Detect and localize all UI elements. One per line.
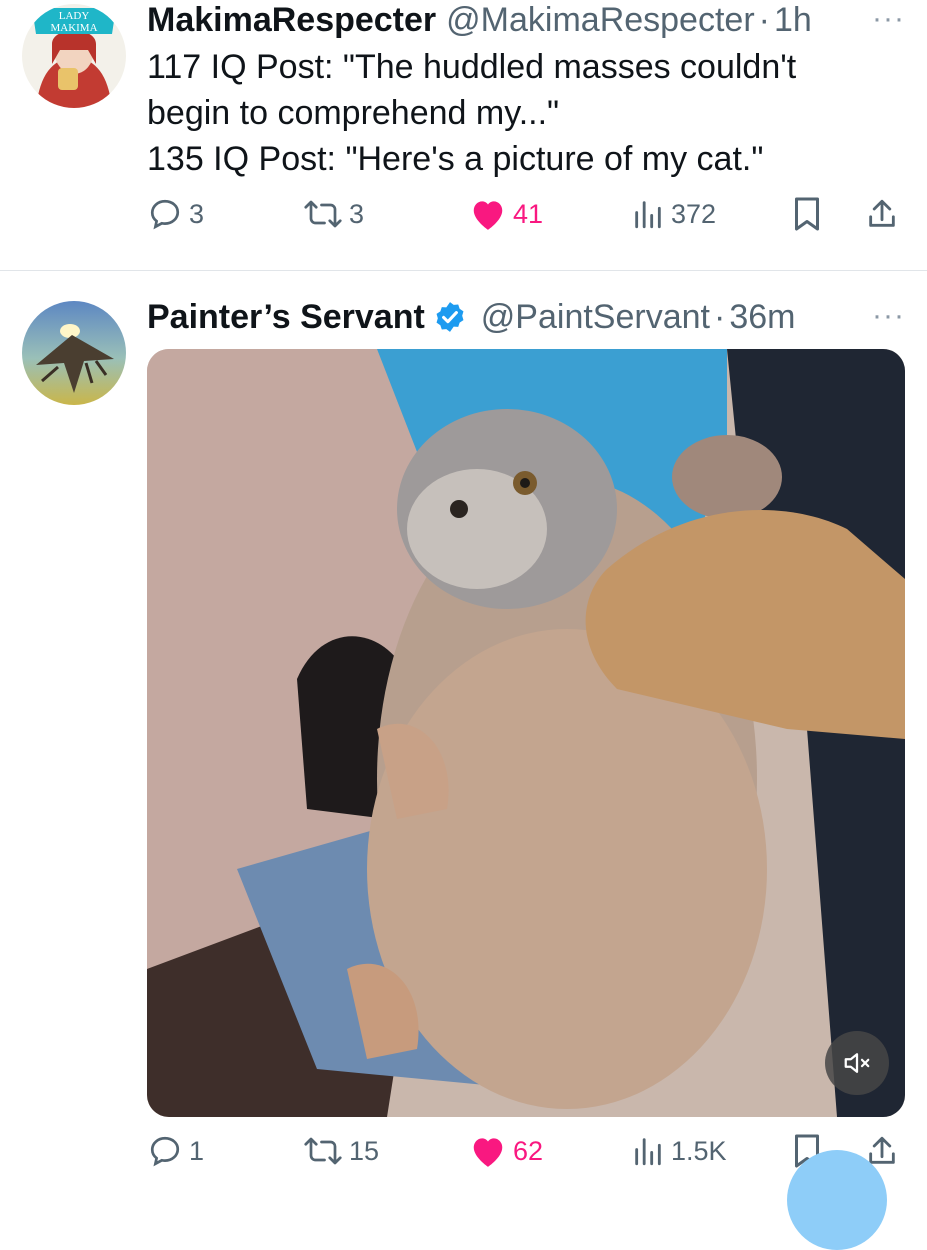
display-name[interactable]: MakimaRespecter bbox=[147, 1, 436, 40]
video-player[interactable] bbox=[147, 349, 905, 1117]
like-count: 41 bbox=[513, 198, 544, 229]
heart-icon bbox=[473, 201, 503, 230]
like-button[interactable]: 62 bbox=[469, 1133, 543, 1169]
bookmark-icon bbox=[795, 197, 819, 231]
tweet-text-line: 117 IQ Post: "The huddled masses couldn'… bbox=[147, 48, 797, 86]
action-bar: 3 3 41 372 bbox=[147, 196, 907, 246]
retweet-count: 3 bbox=[349, 198, 365, 229]
muted-volume-icon bbox=[844, 1053, 870, 1073]
avatar-caption: LADY MAKIMA bbox=[50, 10, 98, 34]
timestamp[interactable]: 1h bbox=[774, 1, 812, 40]
reply-count: 1 bbox=[189, 1135, 205, 1166]
retweet-button[interactable]: 3 bbox=[303, 196, 364, 232]
like-count: 62 bbox=[513, 1135, 544, 1166]
reply-count: 3 bbox=[189, 198, 205, 229]
tweet-makimarespecter[interactable]: LADY MAKIMA MakimaRespecter @MakimaRespe… bbox=[0, 0, 927, 270]
like-button[interactable]: 41 bbox=[469, 196, 543, 232]
display-name[interactable]: Painter’s Servant bbox=[147, 298, 425, 337]
tweet-text: 117 IQ Post: "The huddled masses couldn'… bbox=[147, 44, 796, 182]
views-count: 372 bbox=[671, 198, 717, 229]
views-count: 1.5K bbox=[671, 1135, 727, 1166]
retweet-icon bbox=[304, 1137, 342, 1165]
views-button[interactable]: 1.5K bbox=[631, 1133, 727, 1169]
avatar-makimarespecter[interactable]: LADY MAKIMA bbox=[22, 4, 126, 108]
separator-dot: · bbox=[758, 0, 770, 39]
reply-button[interactable]: 1 bbox=[147, 1133, 204, 1169]
video-frame bbox=[147, 349, 905, 1117]
views-icon bbox=[635, 1138, 661, 1166]
more-options-icon[interactable]: ··· bbox=[872, 2, 905, 36]
retweet-count: 15 bbox=[349, 1135, 380, 1166]
tweet-text-line: 135 IQ Post: "Here's a picture of my cat… bbox=[147, 140, 764, 178]
reply-button[interactable]: 3 bbox=[147, 196, 204, 232]
timestamp[interactable]: 36m bbox=[729, 298, 795, 337]
tweet-text-line: begin to comprehend my..." bbox=[147, 94, 560, 132]
retweet-button[interactable]: 15 bbox=[303, 1133, 379, 1169]
share-button[interactable] bbox=[865, 196, 899, 232]
tweet-header: Painter’s Servant @PaintServant · 36m bbox=[147, 295, 795, 339]
more-options-icon[interactable]: ··· bbox=[872, 299, 905, 333]
user-handle[interactable]: @MakimaRespecter bbox=[446, 1, 755, 40]
views-icon bbox=[635, 201, 661, 229]
bookmark-button[interactable] bbox=[791, 196, 823, 232]
reply-icon bbox=[150, 199, 180, 230]
share-icon bbox=[869, 199, 895, 227]
tweet-paintservant[interactable]: Painter’s Servant @PaintServant · 36m ··… bbox=[0, 271, 927, 1200]
tweet-header: MakimaRespecter @MakimaRespecter · 1h bbox=[147, 0, 812, 40]
avatar-paintservant[interactable] bbox=[22, 301, 126, 405]
reply-icon bbox=[150, 1136, 180, 1167]
mute-toggle-button[interactable] bbox=[825, 1031, 889, 1095]
heart-icon bbox=[473, 1138, 503, 1167]
compose-fab-button[interactable] bbox=[787, 1150, 887, 1250]
separator-dot: · bbox=[713, 297, 726, 336]
verified-badge-icon bbox=[436, 302, 464, 332]
user-handle[interactable]: @PaintServant bbox=[481, 298, 710, 337]
retweet-icon bbox=[304, 200, 342, 228]
views-button[interactable]: 372 bbox=[631, 196, 716, 232]
